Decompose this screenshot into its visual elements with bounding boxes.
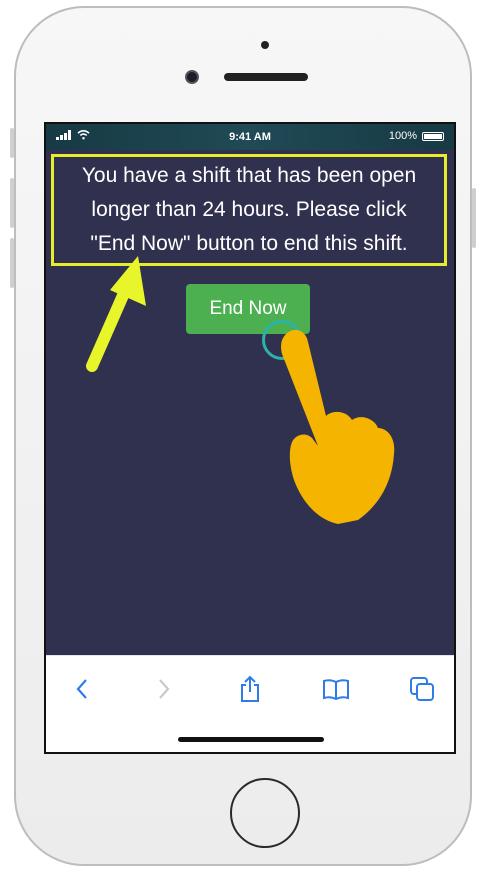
bookmarks-icon	[323, 679, 349, 700]
status-bar: 9:41 AM 100%	[46, 124, 454, 150]
tabs-icon	[410, 677, 434, 701]
sensor-dot	[261, 41, 269, 49]
hand-pointer-icon	[281, 329, 395, 524]
volume-up-button	[10, 178, 14, 228]
front-camera	[185, 70, 199, 84]
forward-icon	[159, 679, 170, 699]
phone-screen: 9:41 AM 100% You have a shift that has b…	[44, 122, 456, 754]
volume-down-button	[10, 238, 14, 288]
silent-switch	[10, 128, 14, 158]
message-line-2: longer than 24 hours. Please click	[91, 198, 407, 221]
battery-icon	[422, 131, 444, 141]
shift-warning-message: You have a shift that has been open long…	[51, 154, 447, 266]
message-line-1: You have a shift that has been open	[81, 164, 417, 187]
back-icon	[76, 679, 87, 699]
bookmarks-button[interactable]	[318, 672, 354, 706]
share-button[interactable]	[232, 672, 268, 706]
tabs-button[interactable]	[404, 672, 440, 706]
share-icon	[241, 675, 259, 702]
earpiece-speaker	[224, 73, 308, 81]
pointer-arrow-icon	[86, 256, 146, 372]
battery-percent: 100%	[388, 130, 417, 142]
forward-button[interactable]	[146, 672, 182, 706]
back-button[interactable]	[64, 672, 100, 706]
power-button	[472, 188, 476, 248]
status-right: 100%	[389, 130, 444, 142]
browser-toolbar	[46, 655, 454, 752]
home-indicator-bar	[178, 737, 324, 742]
home-button[interactable]	[230, 778, 300, 848]
